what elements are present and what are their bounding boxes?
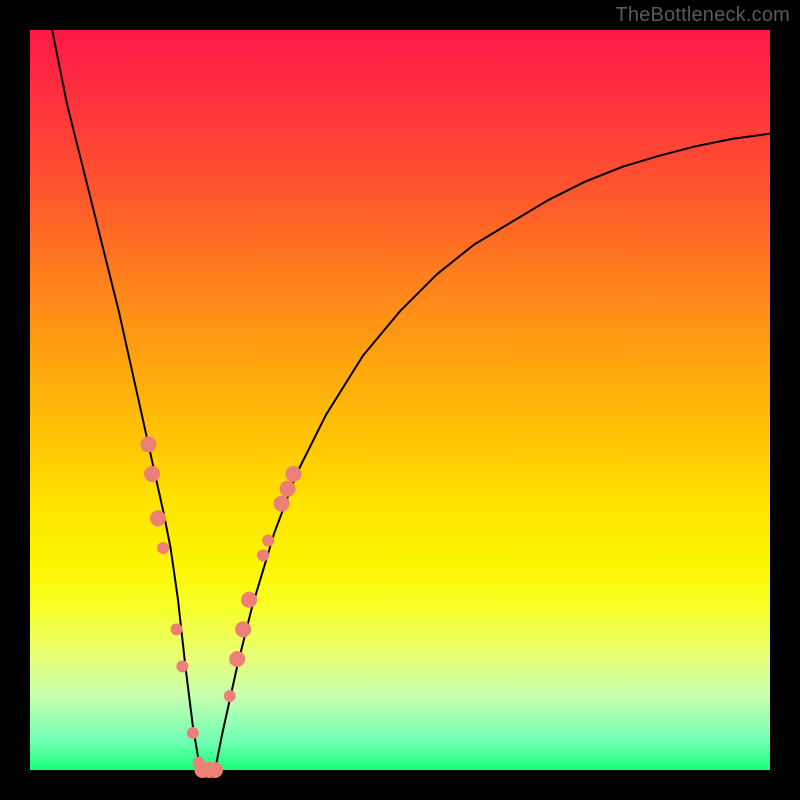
data-marker xyxy=(150,510,166,526)
data-markers xyxy=(140,436,301,778)
data-marker xyxy=(235,621,251,637)
bottleneck-curve xyxy=(52,30,770,770)
data-marker xyxy=(257,549,269,561)
data-marker xyxy=(274,496,290,512)
data-marker xyxy=(224,690,236,702)
data-marker xyxy=(262,535,274,547)
data-marker xyxy=(140,436,156,452)
data-marker xyxy=(285,466,301,482)
chart-frame: TheBottleneck.com xyxy=(0,0,800,800)
data-marker xyxy=(171,623,183,635)
chart-overlay xyxy=(30,30,770,770)
data-marker xyxy=(229,651,245,667)
data-marker xyxy=(187,727,199,739)
data-marker xyxy=(144,466,160,482)
data-marker xyxy=(207,762,223,778)
data-marker xyxy=(241,592,257,608)
watermark-text: TheBottleneck.com xyxy=(615,4,790,27)
data-marker xyxy=(280,481,296,497)
data-marker xyxy=(157,542,169,554)
data-marker xyxy=(176,660,188,672)
